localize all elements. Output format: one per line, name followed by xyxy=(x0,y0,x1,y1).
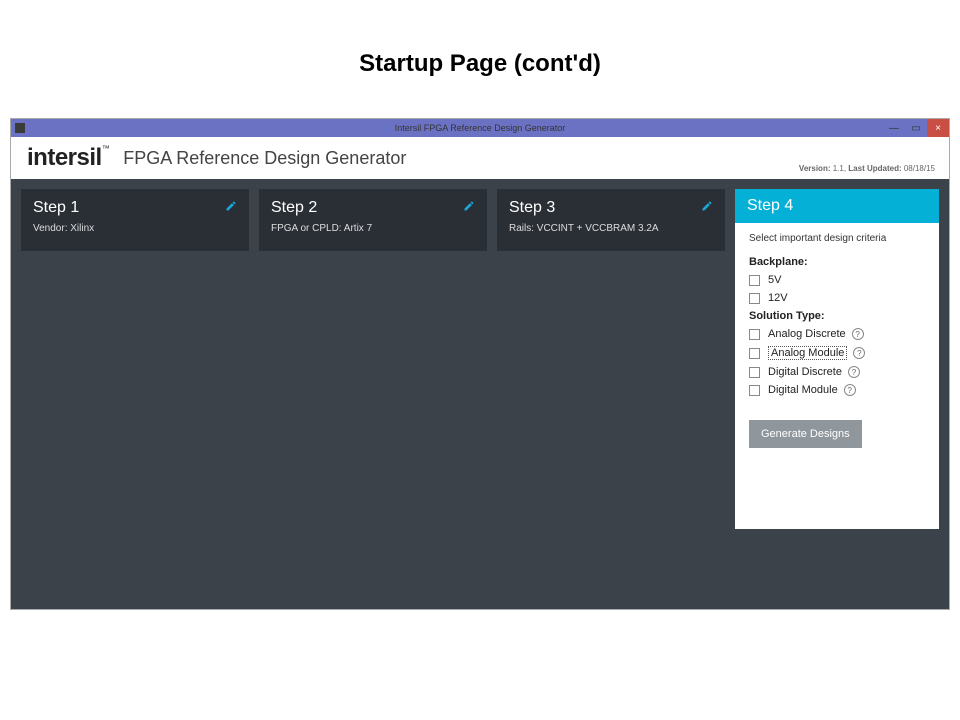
step4-body: Select important design criteria Backpla… xyxy=(735,223,939,458)
maximize-button[interactable]: ▭ xyxy=(905,119,927,137)
step4-panel: Step 4 Select important design criteria … xyxy=(735,189,939,529)
analog-module-label: Analog Module xyxy=(768,346,847,360)
close-button[interactable]: × xyxy=(927,119,949,137)
checkbox-icon[interactable] xyxy=(749,367,760,378)
version-value: 1.1, xyxy=(833,164,849,173)
window-title: Intersil FPGA Reference Design Generator xyxy=(395,123,566,133)
workspace: Step 1 Vendor: Xilinx Step 2 FPGA or CPL… xyxy=(11,179,949,609)
app-header: intersil™ FPGA Reference Design Generato… xyxy=(11,137,949,179)
digital-discrete-label: Digital Discrete xyxy=(768,366,842,378)
backplane-label: Backplane: xyxy=(749,256,925,268)
edit-icon[interactable] xyxy=(701,199,713,217)
help-icon[interactable]: ? xyxy=(848,366,860,378)
backplane-5v-label: 5V xyxy=(768,274,781,286)
updated-prefix: Last Updated: xyxy=(848,164,904,173)
checkbox-icon[interactable] xyxy=(749,348,760,359)
generate-designs-button[interactable]: Generate Designs xyxy=(749,420,862,448)
digital-module-label: Digital Module xyxy=(768,384,838,396)
backplane-12v-label: 12V xyxy=(768,292,788,304)
updated-value: 08/18/15 xyxy=(904,164,935,173)
checkbox-icon[interactable] xyxy=(749,385,760,396)
brand-logo: intersil™ xyxy=(27,144,109,172)
step1-card[interactable]: Step 1 Vendor: Xilinx xyxy=(21,189,249,251)
checkbox-icon[interactable] xyxy=(749,275,760,286)
version-label: Version: 1.1, Last Updated: 08/18/15 xyxy=(799,164,935,173)
digital-module-row[interactable]: Digital Module ? xyxy=(749,384,925,396)
app-icon xyxy=(15,123,25,133)
brand-text: intersil xyxy=(27,144,102,171)
step2-subtitle: FPGA or CPLD: Artix 7 xyxy=(271,223,475,234)
version-prefix: Version: xyxy=(799,164,833,173)
step3-title: Step 3 xyxy=(509,199,713,217)
help-icon[interactable]: ? xyxy=(853,347,865,359)
app-title: FPGA Reference Design Generator xyxy=(123,148,406,169)
slide-title: Startup Page (cont'd) xyxy=(0,0,960,118)
step4-title: Step 4 xyxy=(735,189,939,223)
digital-discrete-row[interactable]: Digital Discrete ? xyxy=(749,366,925,378)
step3-card[interactable]: Step 3 Rails: VCCINT + VCCBRAM 3.2A xyxy=(497,189,725,251)
window-controls: — ▭ × xyxy=(883,119,949,137)
checkbox-icon[interactable] xyxy=(749,293,760,304)
edit-icon[interactable] xyxy=(463,199,475,217)
step2-title: Step 2 xyxy=(271,199,475,217)
backplane-5v-row[interactable]: 5V xyxy=(749,274,925,286)
backplane-12v-row[interactable]: 12V xyxy=(749,292,925,304)
step1-title: Step 1 xyxy=(33,199,237,217)
titlebar: Intersil FPGA Reference Design Generator… xyxy=(11,119,949,137)
step3-subtitle: Rails: VCCINT + VCCBRAM 3.2A xyxy=(509,223,713,234)
analog-discrete-row[interactable]: Analog Discrete ? xyxy=(749,328,925,340)
analog-module-row[interactable]: Analog Module ? xyxy=(749,346,925,360)
app-window: Intersil FPGA Reference Design Generator… xyxy=(10,118,950,610)
step4-instruction: Select important design criteria xyxy=(749,233,925,244)
help-icon[interactable]: ? xyxy=(852,328,864,340)
help-icon[interactable]: ? xyxy=(844,384,856,396)
checkbox-icon[interactable] xyxy=(749,329,760,340)
minimize-button[interactable]: — xyxy=(883,119,905,137)
step1-subtitle: Vendor: Xilinx xyxy=(33,223,237,234)
edit-icon[interactable] xyxy=(225,199,237,217)
analog-discrete-label: Analog Discrete xyxy=(768,328,846,340)
solution-type-label: Solution Type: xyxy=(749,310,925,322)
trademark: ™ xyxy=(102,144,110,153)
step2-card[interactable]: Step 2 FPGA or CPLD: Artix 7 xyxy=(259,189,487,251)
